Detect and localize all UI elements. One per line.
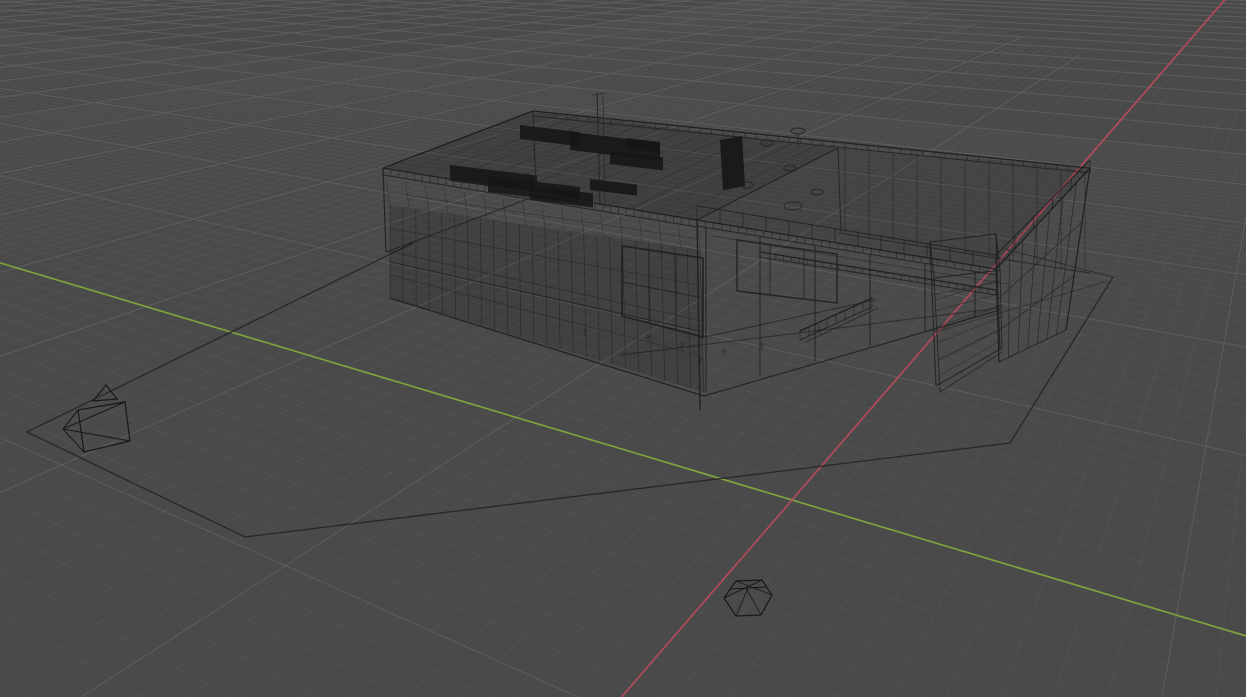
viewport-3d[interactable] (0, 0, 1246, 697)
viewport-canvas[interactable] (0, 0, 1246, 697)
